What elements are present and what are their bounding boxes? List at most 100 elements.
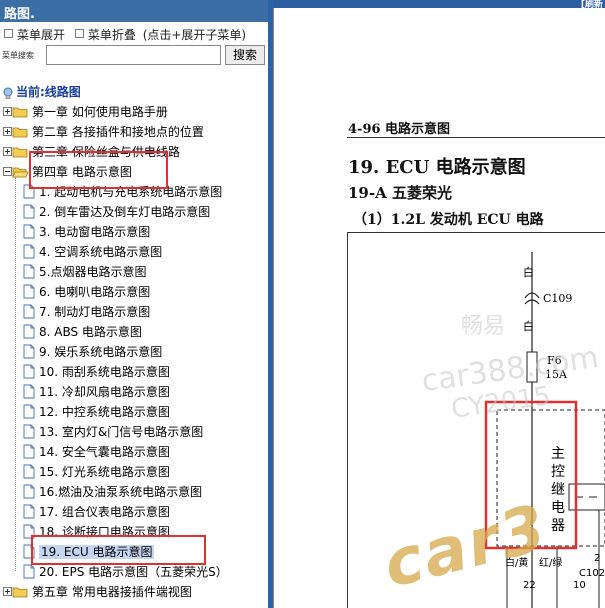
relay-label-char: 继 bbox=[551, 482, 565, 498]
tree-item[interactable]: 16.燃油及油泵系统电路示意图 bbox=[22, 481, 202, 501]
tree-item[interactable]: 15. 灯光系统电路示意图 bbox=[22, 461, 170, 481]
tree-item-label[interactable]: 11. 冷却风扇电路示意图 bbox=[39, 385, 170, 399]
tree-item[interactable]: 13. 室内灯&门信号电路示意图 bbox=[22, 421, 203, 441]
navigation-pane: 路图. 菜单展开 菜单折叠 (点击+展开子菜单) 菜单搜索 搜索 当前:线路图 … bbox=[0, 0, 268, 608]
folder-icon bbox=[12, 127, 28, 137]
tree-item[interactable]: 18. 诊断接口电路示意图 bbox=[22, 521, 170, 541]
expand-toggle-icon[interactable] bbox=[3, 587, 12, 596]
tree-item[interactable]: 9. 娱乐系统电路示意图 bbox=[22, 341, 162, 361]
tree-item-label[interactable]: 第五章 常用电器接插件端视图 bbox=[32, 585, 192, 599]
sub-subsection-title: （1）1.2L 发动机 ECU 电路 bbox=[353, 212, 544, 228]
tree-item[interactable]: 17. 组合仪表电路示意图 bbox=[22, 501, 170, 521]
tree-item-label[interactable]: 15. 灯光系统电路示意图 bbox=[39, 465, 170, 479]
document-page-icon bbox=[23, 264, 35, 279]
tree-item-label[interactable]: 第三章 保险丝盒与供电线路 bbox=[32, 145, 180, 159]
tree-item[interactable]: 20. EPS 电路示意图（五菱荣光S） bbox=[22, 561, 228, 581]
document-page-icon bbox=[23, 284, 35, 299]
tree-item-label[interactable]: 17. 组合仪表电路示意图 bbox=[39, 505, 170, 519]
tree-item[interactable]: 2. 倒车雷达及倒车灯电路示意图 bbox=[22, 201, 210, 221]
document-page-icon bbox=[23, 444, 35, 459]
document-page-icon bbox=[23, 204, 35, 219]
folder-icon bbox=[12, 107, 28, 117]
tree-item[interactable]: 6. 电喇叭电路示意图 bbox=[22, 281, 150, 301]
document-page-icon bbox=[23, 324, 35, 339]
tree-item-label[interactable]: 8. ABS 电路示意图 bbox=[39, 325, 142, 339]
menu-expand-link[interactable]: 菜单展开 bbox=[17, 28, 65, 42]
tree-item[interactable]: 3. 电动窗电路示意图 bbox=[22, 221, 150, 241]
document-page-icon bbox=[23, 384, 35, 399]
tree-item[interactable]: 8. ABS 电路示意图 bbox=[22, 321, 142, 341]
document-page-icon bbox=[23, 484, 35, 499]
document-border bbox=[273, 8, 274, 608]
document-page-icon bbox=[23, 564, 35, 579]
tree-item-label[interactable]: 6. 电喇叭电路示意图 bbox=[39, 285, 150, 299]
tree-item-label[interactable]: 9. 娱乐系统电路示意图 bbox=[39, 345, 162, 359]
document-page-icon bbox=[23, 544, 35, 559]
current-location-label: 当前:线路图 bbox=[16, 85, 81, 99]
tree-item-label[interactable]: 第二章 各接插件和接地点的位置 bbox=[32, 125, 204, 139]
tree-item[interactable]: 11. 冷却风扇电路示意图 bbox=[22, 381, 170, 401]
expand-square-icon[interactable] bbox=[4, 29, 13, 38]
document-page-icon bbox=[23, 524, 35, 539]
tree-item-label[interactable]: 2. 倒车雷达及倒车灯电路示意图 bbox=[39, 205, 210, 219]
connector-c102-label: C102 bbox=[579, 568, 605, 579]
tree-item-label[interactable]: 第四章 电路示意图 bbox=[32, 165, 132, 179]
tree-item-label[interactable]: 3. 电动窗电路示意图 bbox=[39, 225, 150, 239]
tree-item-label[interactable]: 13. 室内灯&门信号电路示意图 bbox=[39, 425, 203, 439]
tree-chapter-5[interactable]: 第五章 常用电器接插件端视图 bbox=[3, 581, 192, 601]
search-button[interactable]: 搜索 bbox=[225, 45, 265, 65]
folder-icon bbox=[12, 587, 28, 597]
tree-item[interactable]: 12. 中控系统电路示意图 bbox=[22, 401, 170, 421]
document-toolbar: [刷新 bbox=[273, 0, 605, 10]
tree-item-label[interactable]: 4. 空调系统电路示意图 bbox=[39, 245, 162, 259]
tree-item-label[interactable]: 14. 安全气囊电路示意图 bbox=[39, 445, 170, 459]
relay-label-char: 电 bbox=[551, 500, 565, 516]
lightbulb-icon bbox=[3, 87, 13, 99]
wire-color-white-top: 白 bbox=[523, 265, 534, 279]
pin-10-label: 10 bbox=[573, 580, 586, 591]
tree-item-label[interactable]: 12. 中控系统电路示意图 bbox=[39, 405, 170, 419]
relay-label-char: 主 bbox=[551, 446, 565, 462]
menu-controls: 菜单展开 菜单折叠 (点击+展开子菜单) bbox=[2, 26, 246, 43]
connector-c109-label: C109 bbox=[543, 292, 572, 305]
tree-item-label[interactable]: 7. 制动灯电路示意图 bbox=[39, 305, 150, 319]
tree-item[interactable]: 14. 安全气囊电路示意图 bbox=[22, 441, 170, 461]
expand-toggle-icon[interactable] bbox=[3, 127, 12, 136]
section-title: 19. ECU 电路示意图 bbox=[348, 157, 526, 178]
tree-item[interactable]: 4. 空调系统电路示意图 bbox=[22, 241, 162, 261]
tree-item[interactable]: 5.点烟器电路示意图 bbox=[22, 261, 146, 281]
search-label: 菜单搜索 bbox=[2, 51, 34, 60]
expand-toggle-icon[interactable] bbox=[3, 147, 12, 156]
refresh-link[interactable]: [刷新 bbox=[581, 0, 603, 10]
expand-toggle-icon[interactable] bbox=[3, 107, 12, 116]
tree-item[interactable]: 19. ECU 电路示意图 bbox=[22, 541, 155, 561]
collapse-toggle-icon[interactable] bbox=[3, 167, 12, 176]
tree-item[interactable]: 7. 制动灯电路示意图 bbox=[22, 301, 150, 321]
collapse-square-icon[interactable] bbox=[74, 29, 84, 38]
relay-label: 主 控 继 电 器 bbox=[551, 446, 565, 534]
tree-item[interactable]: 10. 雨刮系统电路示意图 bbox=[22, 361, 170, 381]
document-page-icon bbox=[23, 304, 35, 319]
tree-chapter-3[interactable]: 第三章 保险丝盒与供电线路 bbox=[3, 141, 180, 161]
tree-item-label[interactable]: 16.燃油及油泵系统电路示意图 bbox=[39, 485, 202, 499]
tree-item-label[interactable]: 19. ECU 电路示意图 bbox=[39, 544, 155, 559]
page-code: 4-96 电路示意图 bbox=[348, 122, 451, 137]
tree-item-label[interactable]: 1. 起动电机与充电系统电路示意图 bbox=[39, 185, 222, 199]
tree-item[interactable]: 1. 起动电机与充电系统电路示意图 bbox=[22, 181, 222, 201]
tree-item-label[interactable]: 20. EPS 电路示意图（五菱荣光S） bbox=[39, 565, 228, 579]
tree-item-label[interactable]: 5.点烟器电路示意图 bbox=[39, 265, 146, 279]
tree-guide-line bbox=[15, 177, 16, 571]
tree-chapter-2[interactable]: 第二章 各接插件和接地点的位置 bbox=[3, 121, 204, 141]
pin-22-label: 22 bbox=[523, 580, 536, 591]
tree-item-label[interactable]: 18. 诊断接口电路示意图 bbox=[39, 525, 170, 539]
search-input[interactable] bbox=[46, 45, 221, 65]
folder-icon bbox=[12, 147, 28, 157]
tree-item-label[interactable]: 第一章 如何使用电路手册 bbox=[32, 105, 168, 119]
menu-collapse-link[interactable]: 菜单折叠 bbox=[88, 28, 136, 42]
tree-chapter-4[interactable]: 第四章 电路示意图 bbox=[3, 161, 132, 181]
tree-chapter-1[interactable]: 第一章 如何使用电路手册 bbox=[3, 101, 168, 121]
tree-item-label[interactable]: 10. 雨刮系统电路示意图 bbox=[39, 365, 170, 379]
document-page-icon bbox=[23, 504, 35, 519]
right-pin-2-label: 2 bbox=[594, 553, 600, 564]
menu-search: 菜单搜索 搜索 bbox=[2, 45, 266, 65]
